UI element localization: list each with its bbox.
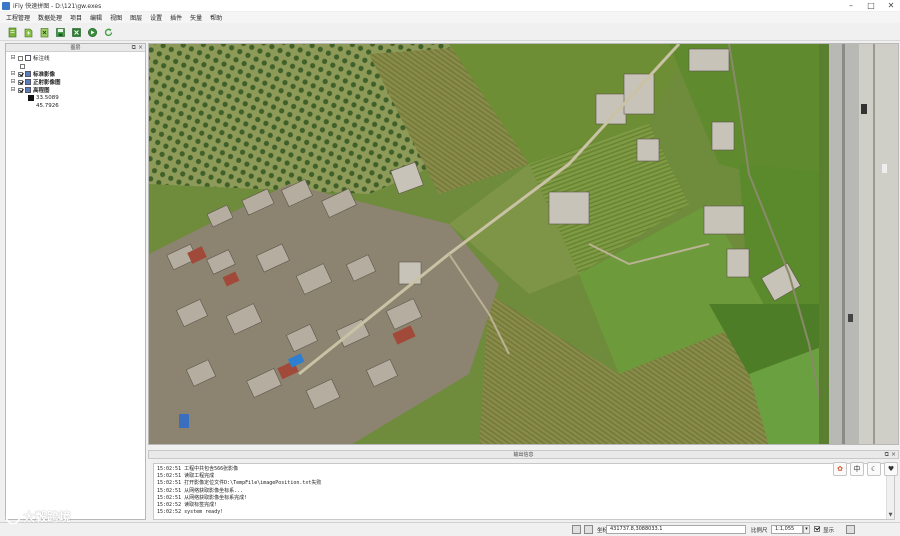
layer-label: 标注线 xyxy=(33,56,50,62)
layer-panel-controls: ⧉ × xyxy=(132,44,143,52)
app-icon xyxy=(2,1,10,10)
render-checkbox[interactable] xyxy=(814,526,820,532)
layer-label: 正射影像图 xyxy=(33,80,61,86)
scale-field[interactable]: 1:1,055 xyxy=(771,525,803,534)
maximize-button[interactable]: □ xyxy=(866,0,876,11)
floating-toolbar: ✿ 中 ☾ ♥ xyxy=(833,462,898,476)
menu-data-processing[interactable]: 数据处理 xyxy=(36,13,64,22)
menu-layer[interactable]: 图层 xyxy=(128,13,144,22)
toolbar xyxy=(0,24,900,41)
raster-layer-icon xyxy=(25,71,31,77)
output-panel-title: 输出信息 xyxy=(513,452,534,458)
status-bar: 坐标: 431737.8,3088033.1 比例尺 1:1,055 ▾ 显示 xyxy=(0,522,900,536)
layer-checkbox[interactable] xyxy=(18,55,23,61)
layer-item-elevation[interactable]: ⊟ 高程图 xyxy=(10,86,143,95)
save-icon[interactable] xyxy=(54,26,66,38)
watermark-text: 大毂跨境 xyxy=(23,510,72,524)
app-window: iFly 快速拼图 - D:\121\gw.exes – □ ✕ 工程管理 数据… xyxy=(0,0,900,536)
open-icon[interactable] xyxy=(22,26,34,38)
layer-tree: ⊟ 标注线 ⊟ 标准影像 ⊟ 正射影像图 ⊟ 高程图 33.5089 45.79… xyxy=(6,52,145,110)
log-line: 15:02:52 system ready! xyxy=(157,509,224,516)
minimize-button[interactable]: – xyxy=(846,0,856,11)
collapse-icon[interactable]: ⊟ xyxy=(10,87,16,93)
layer-item-orthophoto[interactable]: ⊟ 正射影像图 xyxy=(10,78,143,87)
window-controls: – □ ✕ xyxy=(846,0,896,11)
menu-vector[interactable]: 矢量 xyxy=(188,13,204,22)
layer-label: 标准影像 xyxy=(33,72,56,78)
grid-icon[interactable] xyxy=(584,525,593,534)
menu-project-management[interactable]: 工程管理 xyxy=(4,13,32,22)
layer-panel-title: 图层 xyxy=(70,45,81,51)
excel-icon[interactable] xyxy=(70,26,82,38)
close-panel-icon[interactable]: × xyxy=(891,451,896,459)
log-line: 15:02:52 读取标签完成! xyxy=(157,502,218,509)
close-panel-icon[interactable]: × xyxy=(138,44,143,52)
chinese-input-icon[interactable]: 中 xyxy=(850,462,864,476)
aerial-imagery xyxy=(149,44,898,444)
raster-layer-icon xyxy=(25,87,31,93)
log-list: 15:02:51 工程中共包含566张影像 15:02:51 读取工程完成 15… xyxy=(154,464,894,516)
layer-item-annotation[interactable]: ⊟ 标注线 xyxy=(10,54,143,63)
layer-checkbox[interactable] xyxy=(18,71,23,77)
layer-panel-header: 图层 ⧉ × xyxy=(6,44,145,52)
legend-item-max: 33.5089 xyxy=(10,94,143,102)
layer-panel: 图层 ⧉ × ⊟ 标注线 ⊟ 标准影像 ⊟ 正射影像图 ⊟ 高程图 33.508… xyxy=(5,43,146,520)
layer-item-sub[interactable] xyxy=(10,62,143,70)
menu-plugins[interactable]: 插件 xyxy=(168,13,184,22)
log-line: 15:02:51 从网络获取影像坐标系完成! xyxy=(157,494,248,501)
title-bar: iFly 快速拼图 - D:\121\gw.exes – □ ✕ xyxy=(0,0,900,11)
watermark-logo-icon xyxy=(5,509,21,524)
float-panel-icon[interactable]: ⧉ xyxy=(132,44,136,52)
scroll-down-icon[interactable]: ▼ xyxy=(887,512,894,519)
shirt-icon[interactable]: ♥ xyxy=(884,462,898,476)
scale-dropdown-icon[interactable]: ▾ xyxy=(803,525,810,534)
log-line: 15:02:51 打开影像定位文件D:\TempFile\imagePositi… xyxy=(157,480,322,487)
raster-layer-icon xyxy=(25,79,31,85)
layer-item-standard-image[interactable]: ⊟ 标准影像 xyxy=(10,70,143,79)
legend-value: 33.5089 xyxy=(36,95,59,101)
refresh-icon[interactable] xyxy=(102,26,114,38)
layer-checkbox[interactable] xyxy=(18,79,23,85)
output-panel-controls: ⧉ × xyxy=(885,451,896,459)
layer-label: 高程图 xyxy=(33,88,50,94)
menu-settings[interactable]: 设置 xyxy=(148,13,164,22)
log-line: 15:02:51 工程中共包含566张影像 xyxy=(157,466,239,472)
monitor-icon[interactable] xyxy=(572,525,581,534)
new-icon[interactable] xyxy=(6,26,18,38)
scale-label: 比例尺 xyxy=(751,528,768,534)
legend-value: 45.7926 xyxy=(36,103,59,109)
legend-swatch-light xyxy=(28,103,34,109)
paw-icon[interactable]: ✿ xyxy=(833,462,847,476)
coord-readout: 431737.8,3088033.1 xyxy=(606,525,746,534)
close-icon[interactable] xyxy=(38,26,50,38)
menu-help[interactable]: 帮助 xyxy=(208,13,224,22)
map-canvas[interactable] xyxy=(148,43,899,445)
menu-view[interactable]: 视图 xyxy=(108,13,124,22)
layer-group-icon xyxy=(25,55,31,61)
output-log-panel: 15:02:51 工程中共包含566张影像 15:02:51 读取工程完成 15… xyxy=(153,463,895,520)
moon-icon[interactable]: ☾ xyxy=(867,462,881,476)
menu-bar: 工程管理 数据处理 项目 编辑 视图 图层 设置 插件 矢量 帮助 xyxy=(0,12,900,23)
layer-checkbox[interactable] xyxy=(20,63,25,69)
settings-icon[interactable] xyxy=(846,525,855,534)
collapse-icon[interactable]: ⊟ xyxy=(10,71,16,77)
forward-icon[interactable] xyxy=(86,26,98,38)
legend-swatch-dark xyxy=(28,95,34,101)
float-panel-icon[interactable]: ⧉ xyxy=(885,451,889,459)
output-panel-header: 输出信息 ⧉ × xyxy=(148,450,899,459)
collapse-icon[interactable]: ⊟ xyxy=(10,79,16,85)
log-line: 15:02:51 从网络获取影像坐标系... xyxy=(157,487,244,494)
render-label: 显示 xyxy=(823,528,835,534)
layer-checkbox[interactable] xyxy=(18,87,23,93)
window-title: iFly 快速拼图 - D:\121\gw.exes xyxy=(13,3,102,10)
menu-edit[interactable]: 编辑 xyxy=(88,13,104,22)
legend-item-min: 45.7926 xyxy=(10,102,143,110)
menu-project[interactable]: 项目 xyxy=(68,13,84,22)
collapse-icon[interactable]: ⊟ xyxy=(10,55,16,61)
watermark: 大毂跨境 xyxy=(5,508,71,525)
close-window-button[interactable]: ✕ xyxy=(886,0,896,11)
